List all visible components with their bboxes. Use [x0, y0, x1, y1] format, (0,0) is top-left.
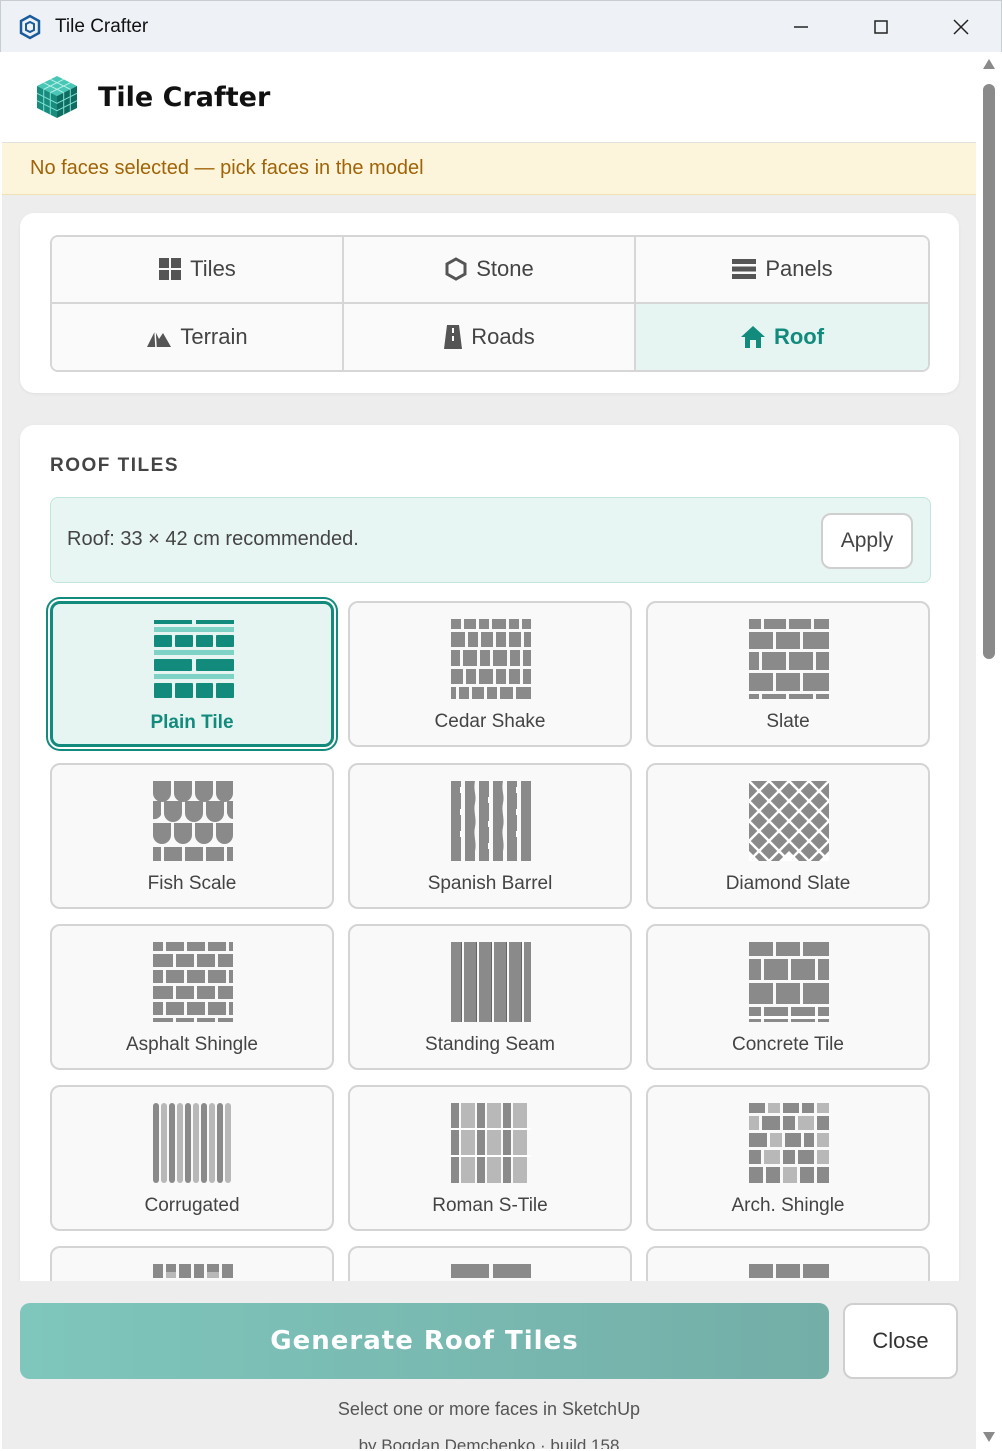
- selection-warning-text: No faces selected — pick faces in the mo…: [30, 157, 424, 179]
- tile-slate[interactable]: Slate: [646, 601, 930, 747]
- arch-shingle-pattern-icon: [749, 1103, 829, 1183]
- tile-label: Asphalt Shingle: [125, 1034, 259, 1055]
- tab-label: Stone: [476, 256, 534, 282]
- maximize-button[interactable]: [841, 1, 921, 53]
- tile-diamond-slate[interactable]: Diamond Slate: [646, 763, 930, 909]
- tab-tiles[interactable]: Tiles: [52, 237, 344, 304]
- tile-label: Corrugated: [144, 1195, 240, 1216]
- tab-label: Roads: [471, 323, 535, 349]
- author-credit: by Bogdan Demchenko · build 158: [358, 1436, 620, 1449]
- tile-label: Spanish Barrel: [427, 873, 553, 894]
- selection-warning-banner: No faces selected — pick faces in the mo…: [2, 143, 976, 195]
- selection-hint: Select one or more faces in SketchUp: [337, 1399, 641, 1419]
- recommendation-box: Roof: 33 × 42 cm recommended. Apply: [50, 497, 931, 583]
- roman-s-tile-pattern-icon: [451, 1103, 531, 1183]
- tab-stone[interactable]: Stone: [344, 237, 636, 304]
- tile-label: Fish Scale: [147, 873, 237, 894]
- window-titlebar: Tile Crafter: [0, 0, 1002, 52]
- tab-label: Roof: [773, 323, 825, 349]
- generate-roof-tiles-button[interactable]: Generate Roof Tiles: [20, 1303, 829, 1379]
- close-icon: [953, 19, 969, 35]
- grid-icon: [158, 257, 182, 281]
- tile-concrete-tile[interactable]: Concrete Tile: [646, 924, 930, 1070]
- tile-spanish-barrel[interactable]: Spanish Barrel: [348, 763, 632, 909]
- tab-label: Tiles: [190, 256, 236, 282]
- house-icon: [740, 325, 766, 349]
- tile-corrugated[interactable]: Corrugated: [50, 1085, 334, 1231]
- hexagon-icon: [444, 257, 468, 281]
- tile-cedar-shake[interactable]: Cedar Shake: [348, 601, 632, 747]
- scroll-down-icon[interactable]: [982, 1431, 996, 1443]
- tile-label: Slate: [766, 711, 810, 732]
- category-tabs: Tiles Stone Panels Terrain Roads Roof: [50, 235, 930, 372]
- slate-pattern-icon: [749, 619, 829, 699]
- cube-logo-icon: [36, 76, 78, 118]
- vertical-scrollbar[interactable]: [978, 52, 1000, 1449]
- tab-roof[interactable]: Roof: [636, 303, 928, 370]
- plain-tile-pattern-icon: [154, 620, 234, 698]
- tile-label: Arch. Shingle: [731, 1195, 845, 1216]
- tile-label: Diamond Slate: [725, 873, 851, 894]
- asphalt-shingle-pattern-icon: [153, 942, 233, 1022]
- standing-seam-pattern-icon: [451, 942, 531, 1022]
- panel-content: Tile Crafter No faces selected — pick fa…: [2, 52, 976, 1449]
- sketchup-app-icon: [19, 14, 41, 39]
- app-brand-title: Tile Crafter: [98, 81, 271, 113]
- recommendation-text: Roof: 33 × 42 cm recommended.: [67, 528, 359, 550]
- footer-bar: Generate Roof Tiles Close Select one or …: [2, 1281, 976, 1449]
- category-card: Tiles Stone Panels Terrain Roads Roof: [20, 213, 959, 393]
- apply-button[interactable]: Apply: [821, 513, 913, 569]
- panels-icon: [731, 258, 757, 280]
- minimize-button[interactable]: [761, 1, 841, 53]
- tab-label: Terrain: [180, 323, 248, 349]
- roof-tiles-card: ROOF TILES Roof: 33 × 42 cm recommended.…: [20, 425, 959, 1392]
- tab-panels[interactable]: Panels: [636, 237, 928, 304]
- scrollbar-thumb[interactable]: [983, 84, 995, 659]
- tile-plain-tile[interactable]: Plain Tile: [50, 601, 334, 747]
- diamond-slate-pattern-icon: [749, 781, 829, 861]
- concrete-tile-pattern-icon: [749, 942, 829, 1022]
- close-button[interactable]: Close: [843, 1303, 958, 1379]
- tile-label: Plain Tile: [150, 712, 234, 733]
- tile-fish-scale[interactable]: Fish Scale: [50, 763, 334, 909]
- road-icon: [443, 324, 463, 350]
- section-title: ROOF TILES: [50, 455, 179, 476]
- cedar-shake-pattern-icon: [451, 619, 531, 699]
- app-header: Tile Crafter: [2, 52, 976, 143]
- corrugated-pattern-icon: [153, 1103, 231, 1183]
- tile-label: Cedar Shake: [434, 711, 546, 732]
- tile-label: Concrete Tile: [732, 1034, 844, 1055]
- tile-arch-shingle[interactable]: Arch. Shingle: [646, 1085, 930, 1231]
- window-title: Tile Crafter: [55, 15, 149, 37]
- scroll-up-icon[interactable]: [982, 58, 996, 70]
- fish-scale-pattern-icon: [153, 781, 233, 861]
- tab-roads[interactable]: Roads: [344, 303, 636, 370]
- tile-roman-s-tile[interactable]: Roman S-Tile: [348, 1085, 632, 1231]
- tile-label: Standing Seam: [425, 1034, 555, 1055]
- tile-label: Roman S-Tile: [432, 1195, 548, 1216]
- maximize-icon: [874, 20, 888, 34]
- mountain-icon: [146, 326, 172, 348]
- spanish-barrel-pattern-icon: [451, 781, 531, 861]
- minimize-icon: [794, 26, 808, 28]
- tile-asphalt-shingle[interactable]: Asphalt Shingle: [50, 924, 334, 1070]
- close-window-button[interactable]: [921, 1, 1001, 53]
- tile-standing-seam[interactable]: Standing Seam: [348, 924, 632, 1070]
- tab-terrain[interactable]: Terrain: [52, 303, 344, 370]
- tab-label: Panels: [765, 256, 833, 282]
